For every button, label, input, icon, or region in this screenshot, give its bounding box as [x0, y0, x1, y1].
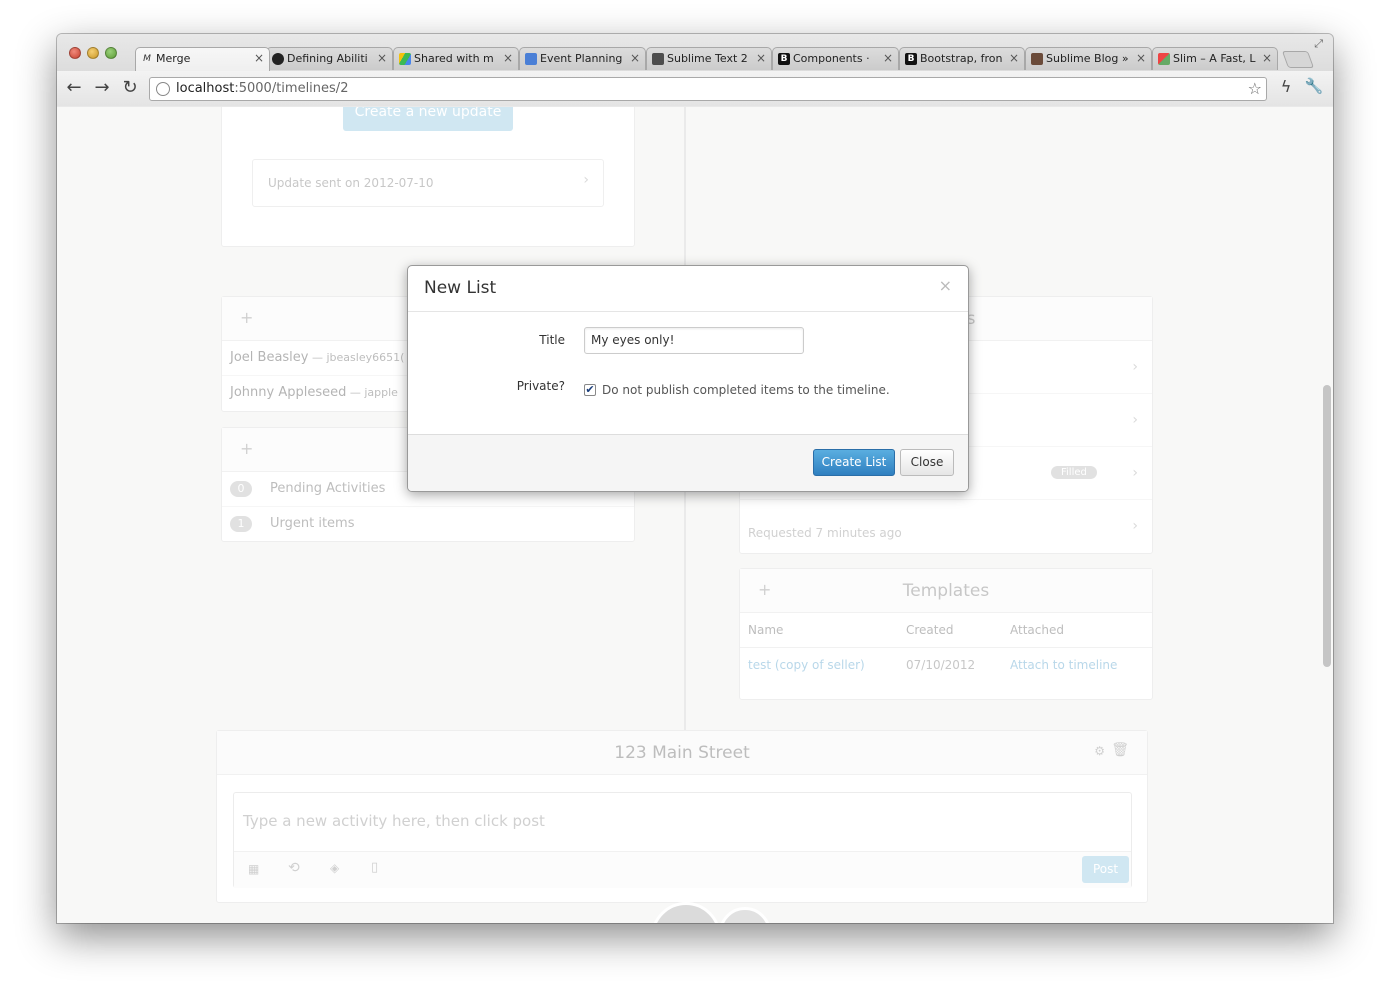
private-checkbox-label[interactable]: Do not publish completed items to the ti…: [602, 383, 890, 397]
tab-slim[interactable]: Slim – A Fast, L ×: [1152, 47, 1278, 70]
bootstrap-icon: B: [905, 53, 917, 65]
tab-shared-with-me[interactable]: Shared with m ×: [393, 47, 519, 70]
window-minimize-button[interactable]: [87, 47, 99, 59]
globe-icon: [156, 82, 170, 96]
close-tab-icon[interactable]: ×: [503, 51, 513, 65]
tab-bootstrap[interactable]: B Bootstrap, fron ×: [899, 47, 1025, 70]
tab-event-planning[interactable]: Event Planning ×: [519, 47, 646, 70]
sublime-icon: [652, 53, 664, 65]
merge-m-icon: M: [143, 54, 151, 64]
modal-header: New List ×: [408, 266, 968, 312]
browser-chrome: M Merge × Defining Abiliti × Shared with m…: [57, 34, 1333, 106]
browser-toolbar: ← → ↻ localhost:5000/timelines/2 ☆ ϟ 🔧: [57, 71, 1333, 106]
close-tab-icon[interactable]: ×: [1136, 51, 1146, 65]
back-icon[interactable]: ←: [63, 77, 85, 98]
browser-window: M Merge × Defining Abiliti × Shared with m…: [57, 34, 1333, 923]
tab-defining-abilities[interactable]: Defining Abiliti ×: [266, 47, 393, 70]
scrollbar-thumb[interactable]: [1323, 385, 1331, 667]
tab-sublime-text[interactable]: Sublime Text 2 ×: [646, 47, 772, 70]
sublime-icon: [1031, 53, 1043, 65]
modal-title: New List: [424, 278, 497, 298]
github-icon: [272, 53, 284, 65]
drive-icon: [399, 53, 411, 65]
tab-components[interactable]: B Components · ×: [772, 47, 899, 70]
private-label: Private?: [516, 379, 565, 393]
docs-icon: [525, 53, 537, 65]
new-list-modal: New List × Title My eyes only! Private? …: [407, 265, 969, 492]
modal-backdrop[interactable]: [57, 107, 1333, 923]
title-label: Title: [539, 333, 565, 347]
create-list-button[interactable]: Create List: [813, 449, 895, 476]
bookmark-star-icon[interactable]: ☆: [1248, 79, 1262, 98]
close-tab-icon[interactable]: ×: [377, 51, 387, 65]
wrench-icon[interactable]: 🔧: [1303, 77, 1325, 95]
address-bar[interactable]: localhost:5000/timelines/2 ☆: [149, 77, 1267, 101]
close-icon[interactable]: ×: [939, 276, 952, 295]
tab-merge[interactable]: M Merge ×: [135, 47, 270, 71]
new-tab-button[interactable]: [1281, 51, 1315, 68]
tab-sublime-blog[interactable]: Sublime Blog » ×: [1025, 47, 1152, 70]
close-tab-icon[interactable]: ×: [883, 51, 893, 65]
modal-body: Title My eyes only! Private? ✔ Do not pu…: [408, 312, 968, 435]
bootstrap-icon: B: [778, 53, 790, 65]
page-content: Create a new update Update sent on 2012-…: [57, 107, 1333, 923]
window-close-button[interactable]: [69, 47, 81, 59]
forward-icon[interactable]: →: [91, 77, 113, 98]
modal-footer: Create List Close: [408, 434, 968, 491]
close-button[interactable]: Close: [900, 449, 954, 476]
close-tab-icon[interactable]: ×: [756, 51, 766, 65]
close-tab-icon[interactable]: ×: [1262, 51, 1272, 65]
fullscreen-icon[interactable]: ⤢: [1314, 37, 1323, 51]
private-checkbox[interactable]: ✔: [584, 384, 596, 396]
lightning-extension-icon[interactable]: ϟ: [1275, 77, 1297, 96]
window-maximize-button[interactable]: [105, 47, 117, 59]
reload-icon[interactable]: ↻: [119, 77, 141, 98]
close-tab-icon[interactable]: ×: [254, 51, 264, 65]
close-tab-icon[interactable]: ×: [1009, 51, 1019, 65]
slim-icon: [1158, 53, 1170, 65]
close-tab-icon[interactable]: ×: [630, 51, 640, 65]
title-input[interactable]: My eyes only!: [584, 327, 804, 354]
